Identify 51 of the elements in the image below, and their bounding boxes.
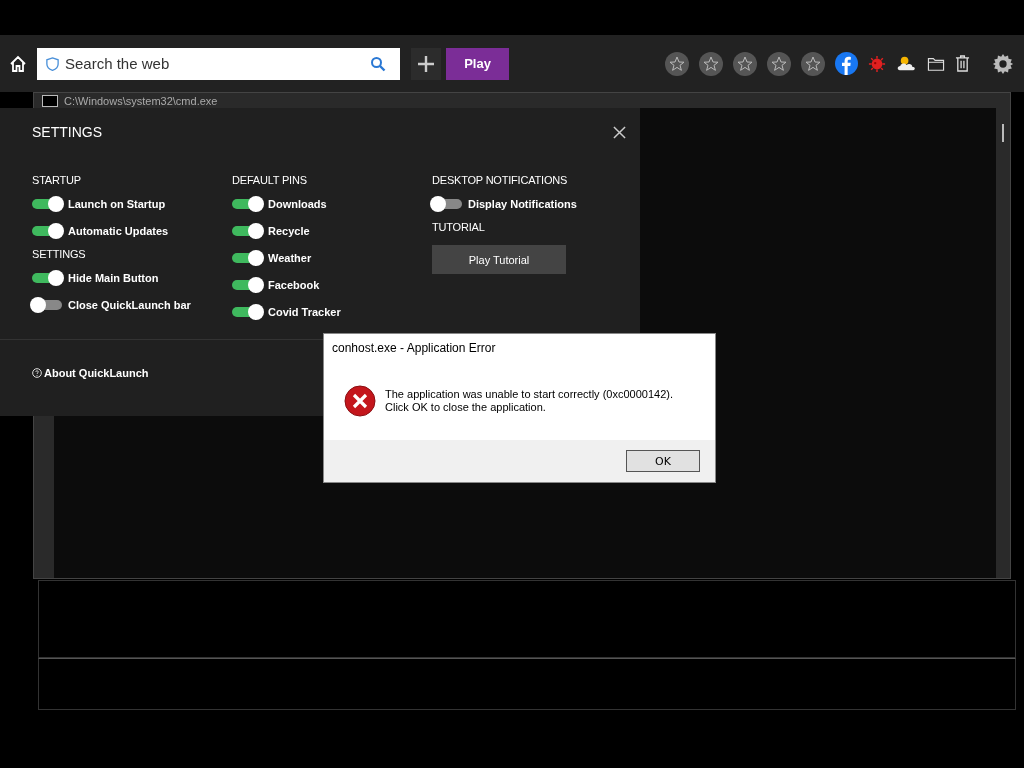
help-icon: [32, 368, 42, 378]
shield-icon: [45, 55, 60, 72]
toggle-label: Launch on Startup: [68, 197, 166, 210]
toggle-label: Downloads: [268, 197, 327, 210]
error-message: The application was unable to start correctly (0xc0000142).: [385, 388, 673, 401]
error-message: Click OK to close the application.: [385, 401, 547, 414]
close-icon[interactable]: [613, 125, 626, 139]
weather-icon[interactable]: [896, 54, 917, 73]
virus-icon[interactable]: [868, 54, 886, 73]
toggle-switch[interactable]: [432, 198, 462, 209]
window-title: C:\Windows\system32\cmd.exe: [64, 94, 218, 107]
add-button[interactable]: [411, 47, 441, 80]
toggle-switch[interactable]: [232, 198, 262, 209]
play-tutorial-button[interactable]: Play Tutorial: [432, 245, 566, 274]
settings-icon[interactable]: [992, 52, 1014, 75]
toggle-label: Display Notifications: [468, 197, 577, 210]
facebook-icon[interactable]: [835, 52, 858, 75]
console-icon: [42, 94, 58, 107]
about-link[interactable]: About QuickLaunch: [44, 367, 149, 379]
trash-icon[interactable]: [955, 54, 970, 73]
toggle-label: Facebook: [268, 278, 320, 291]
section-heading: SETTINGS: [32, 248, 87, 260]
scrollbar-thumb[interactable]: [1002, 124, 1004, 142]
toggle-label: Weather: [268, 251, 312, 264]
toggle-switch[interactable]: [232, 306, 262, 317]
search-field[interactable]: Search the web: [37, 47, 400, 80]
toggle-label: Close QuickLaunch bar: [68, 298, 191, 311]
search-icon[interactable]: [370, 55, 386, 72]
toggle-label: Hide Main Button: [68, 271, 159, 284]
home-icon[interactable]: [8, 53, 28, 74]
section-heading: DEFAULT PINS: [232, 174, 308, 186]
toggle-switch[interactable]: [232, 252, 262, 263]
plus-icon: [417, 54, 435, 73]
ok-button[interactable]: OK: [626, 450, 700, 472]
toggle-switch[interactable]: [232, 225, 262, 236]
section-heading: TUTORIAL: [432, 221, 486, 233]
toggle-switch[interactable]: [32, 299, 62, 310]
toggle-switch[interactable]: [32, 272, 62, 283]
play-button[interactable]: Play: [446, 47, 509, 80]
toggle-label: Automatic Updates: [68, 224, 169, 237]
section-heading: DESKTOP NOTIFICATIONS: [432, 174, 569, 186]
toggle-label: Recycle: [268, 224, 310, 237]
toggle-label: Covid Tracker: [268, 305, 341, 318]
folder-icon[interactable]: [927, 55, 945, 72]
panel-title: SETTINGS: [32, 124, 102, 140]
dialog-title: conhost.exe - Application Error: [331, 340, 497, 357]
toggle-switch[interactable]: [32, 225, 62, 236]
toggle-switch[interactable]: [232, 279, 262, 290]
error-icon: [344, 385, 376, 417]
toggle-switch[interactable]: [32, 198, 62, 209]
section-heading: STARTUP: [32, 174, 82, 186]
